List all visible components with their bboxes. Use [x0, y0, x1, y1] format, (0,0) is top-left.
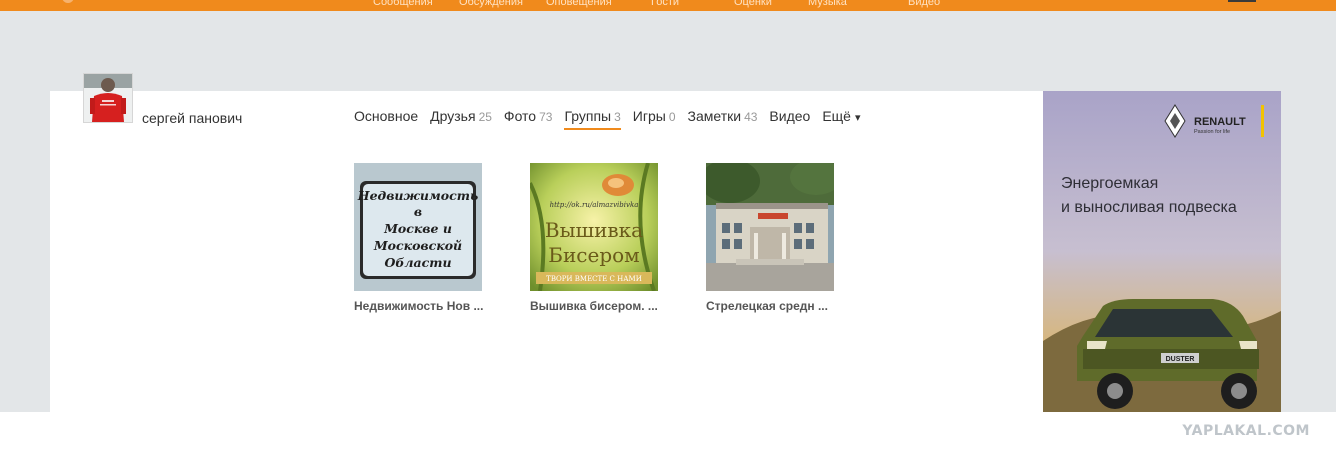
- thumb-text-5: Области: [384, 255, 451, 270]
- avatar[interactable]: [83, 73, 133, 123]
- group-card[interactable]: Недвижимость в Москве и Московской Облас…: [354, 163, 483, 313]
- ad-brand: RENAULT: [1194, 116, 1246, 128]
- site-logo[interactable]: [62, 0, 74, 3]
- thumb-title-1: Вышивка: [545, 218, 643, 242]
- topnav-video[interactable]: Видео: [908, 0, 940, 8]
- tab-groups[interactable]: Группы 3: [564, 108, 621, 130]
- group-title[interactable]: Недвижимость Нов ...: [354, 299, 483, 313]
- group-title[interactable]: Вышивка бисером. ...: [530, 299, 658, 313]
- tab-label: Игры: [632, 108, 666, 124]
- tab-label: Группы: [564, 108, 612, 124]
- thumb-url: http://ok.ru/almazvibivka: [550, 201, 639, 209]
- user-menu-icon[interactable]: [1228, 0, 1256, 2]
- topnav-music[interactable]: Музыка: [808, 0, 847, 8]
- tab-photos[interactable]: Фото 73: [504, 108, 553, 130]
- ad-banner[interactable]: RENAULT Passion for life Энергоемкая и в…: [1043, 91, 1281, 412]
- thumb-text-4: Московской: [373, 238, 462, 253]
- tab-label: Основное: [354, 108, 419, 124]
- thumb-text-2: в: [414, 204, 422, 219]
- group-card[interactable]: Стрелецкая средн ...: [706, 163, 834, 313]
- tab-games[interactable]: Игры 0: [633, 108, 676, 130]
- thumb-text-1: Недвижимость: [357, 188, 478, 203]
- tab-label: Видео: [769, 108, 811, 124]
- tab-label: Фото: [503, 108, 537, 124]
- avatar-image: [84, 74, 132, 122]
- tab-main[interactable]: Основное: [354, 108, 418, 130]
- thumb-banner: ТВОРИ ВМЕСТЕ С НАМИ: [546, 275, 642, 283]
- top-navigation-bar: Сообщения Обсуждения Оповещения Гости Оц…: [0, 0, 1336, 11]
- tab-label: Ещё: [822, 108, 851, 124]
- ad-plate: DUSTER: [1166, 356, 1195, 363]
- ad-headline-line1: Энергоемкая: [1061, 175, 1158, 192]
- tab-notes[interactable]: Заметки 43: [688, 108, 758, 130]
- tab-video[interactable]: Видео: [769, 108, 810, 130]
- profile-tabs: Основное Друзья 25 Фото 73 Группы 3 Игры 0 З…: [354, 108, 861, 130]
- group-thumbnail[interactable]: Недвижимость в Москве и Московской Облас…: [354, 163, 482, 291]
- topnav-ratings[interactable]: Оценки: [734, 0, 772, 8]
- topnav-discussions[interactable]: Обсуждения: [459, 0, 523, 8]
- tab-label: Заметки: [687, 108, 742, 124]
- topnav-guests[interactable]: Гости: [651, 0, 679, 8]
- group-title[interactable]: Стрелецкая средн ...: [706, 299, 834, 313]
- tab-friends[interactable]: Друзья 25: [430, 108, 492, 130]
- tab-more[interactable]: Ещё ▾: [822, 108, 860, 130]
- tab-count: 73: [539, 110, 553, 124]
- tab-label: Друзья: [430, 108, 476, 124]
- tab-count: 43: [744, 110, 758, 124]
- topnav-notifications[interactable]: Оповещения: [546, 0, 612, 8]
- profile-name[interactable]: сергей панович: [142, 110, 242, 126]
- topnav-messages[interactable]: Сообщения: [373, 0, 433, 8]
- group-card[interactable]: http://ok.ru/almazvibivka Вышивка Бисеро…: [530, 163, 658, 313]
- ad-image: RENAULT Passion for life Энергоемкая и в…: [1043, 91, 1281, 412]
- ad-tagline: Passion for life: [1194, 129, 1230, 135]
- tab-count: 3: [614, 110, 621, 124]
- group-thumbnail[interactable]: http://ok.ru/almazvibivka Вышивка Бисеро…: [530, 163, 658, 291]
- thumb-title-2: Бисером: [548, 243, 639, 267]
- thumb-text-3: Москве и: [383, 221, 452, 236]
- group-thumbnail[interactable]: [706, 163, 834, 291]
- chevron-down-icon: ▾: [854, 112, 861, 124]
- ad-headline-line2: и выносливая подвеска: [1061, 199, 1237, 216]
- tab-count: 25: [478, 110, 492, 124]
- tab-count: 0: [668, 110, 676, 124]
- watermark: YAPLAKAL.COM: [1182, 423, 1310, 439]
